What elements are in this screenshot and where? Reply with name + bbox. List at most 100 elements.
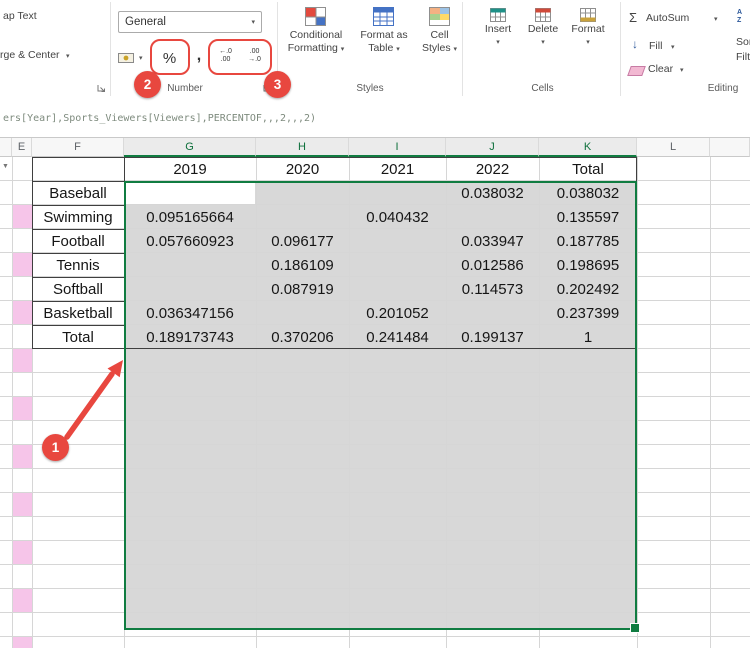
grid: ▼ 2019 2020 2021 <box>0 157 750 648</box>
banded-cell[interactable] <box>13 637 32 648</box>
column-header-partial[interactable] <box>0 138 12 157</box>
table-cell[interactable] <box>256 181 349 205</box>
row-label-cell[interactable]: Football <box>32 229 124 253</box>
table-cell[interactable]: 0.095165664 <box>124 205 256 229</box>
table-cell[interactable] <box>349 253 446 277</box>
fill-handle[interactable] <box>630 623 640 633</box>
table-cell[interactable] <box>349 277 446 301</box>
table-cell[interactable]: 0.057660923 <box>124 229 256 253</box>
table-cell[interactable]: 1 <box>539 325 637 349</box>
table-cell[interactable] <box>256 301 349 325</box>
year-header-cell[interactable]: Total <box>539 157 637 181</box>
fill-button[interactable]: Fill <box>649 40 662 53</box>
table-cell[interactable]: 0.012586 <box>446 253 539 277</box>
banded-cell[interactable] <box>13 589 32 612</box>
format-as-table-button[interactable]: Format as Table ▾ <box>351 5 417 55</box>
column-header-F[interactable]: F <box>32 138 124 157</box>
table-cell[interactable]: 0.370206 <box>256 325 349 349</box>
filter-dropdown-icon[interactable]: ▼ <box>2 163 9 170</box>
row-label-cell[interactable]: Basketball <box>32 301 124 325</box>
table-cell[interactable]: 0.096177 <box>256 229 349 253</box>
column-header-partial[interactable] <box>710 138 750 157</box>
table-cell[interactable]: 0.038032 <box>539 181 637 205</box>
styles-group-label: Styles <box>337 83 403 94</box>
table-cell[interactable]: 0.241484 <box>349 325 446 349</box>
banded-cell[interactable] <box>13 253 32 276</box>
table-cell[interactable]: 0.040432 <box>349 205 446 229</box>
format-as-table-icon <box>372 5 396 29</box>
year-header-cell[interactable]: 2022 <box>446 157 539 181</box>
table-cell[interactable]: 0.087919 <box>256 277 349 301</box>
clear-button[interactable]: Clear <box>648 63 673 76</box>
accounting-format-button[interactable]: ▾ <box>118 45 152 71</box>
row-label-cell[interactable]: Baseball <box>32 181 124 205</box>
row-label-cell[interactable]: Softball <box>32 277 124 301</box>
table-cell[interactable] <box>124 253 256 277</box>
wrap-text-button[interactable]: ap Text <box>3 10 37 23</box>
table-cell[interactable]: 0.186109 <box>256 253 349 277</box>
table-cell[interactable]: 0.237399 <box>539 301 637 325</box>
column-header-J[interactable]: J <box>446 138 539 157</box>
sort-filter-button[interactable]: Sort & <box>736 36 750 49</box>
year-header-cell[interactable]: 2019 <box>124 157 256 181</box>
banded-cell[interactable] <box>13 493 32 516</box>
table-cell[interactable]: 0.038032 <box>446 181 539 205</box>
table-cell[interactable]: 0.202492 <box>539 277 637 301</box>
cell-styles-icon <box>428 5 452 29</box>
row-label-cell[interactable]: Swimming <box>32 205 124 229</box>
insert-cells-button[interactable]: Insert ▾ <box>478 7 518 46</box>
format-cells-button[interactable]: Format ▾ <box>567 7 609 46</box>
decimal-buttons-callout <box>208 39 272 75</box>
banded-cell[interactable] <box>13 541 32 564</box>
formula-bar[interactable]: ers[Year],Sports_Viewers[Viewers],PERCEN… <box>0 99 750 138</box>
cell-styles-button[interactable]: Cell Styles ▾ <box>412 5 467 55</box>
table-cell[interactable]: 0.199137 <box>446 325 539 349</box>
column-header-H[interactable]: H <box>256 138 349 157</box>
chevron-down-icon[interactable]: ▾ <box>680 67 684 74</box>
chevron-down-icon[interactable]: ▾ <box>66 53 70 60</box>
autosum-button[interactable]: AutoSum <box>646 12 689 25</box>
table-cell[interactable] <box>124 277 256 301</box>
table-cell[interactable] <box>256 205 349 229</box>
column-header-G[interactable]: G <box>124 138 256 157</box>
banded-cell[interactable] <box>13 445 32 468</box>
banded-cell[interactable] <box>13 301 32 324</box>
table-cell[interactable]: 0.187785 <box>539 229 637 253</box>
table-cell[interactable]: 0.114573 <box>446 277 539 301</box>
table-cell[interactable] <box>446 301 539 325</box>
number-format-dropdown[interactable]: General ▾ <box>118 11 262 33</box>
year-header-cell[interactable]: 2021 <box>349 157 446 181</box>
chevron-down-icon[interactable]: ▾ <box>671 44 675 51</box>
eraser-icon[interactable] <box>627 66 646 76</box>
banded-cell[interactable] <box>13 205 32 228</box>
banded-cell[interactable] <box>13 349 32 372</box>
sort-filter-icon[interactable]: A Z <box>737 9 750 25</box>
banded-cell[interactable] <box>13 397 32 420</box>
table-cell[interactable] <box>349 229 446 253</box>
column-header-E[interactable]: E <box>12 138 32 157</box>
row-label-cell[interactable]: Total <box>32 325 124 349</box>
group-separator <box>620 2 621 96</box>
row-label-cell[interactable]: Tennis <box>32 253 124 277</box>
column-header-I[interactable]: I <box>349 138 446 157</box>
year-header-cell[interactable]: 2020 <box>256 157 349 181</box>
merge-center-button[interactable]: rge & Center <box>0 49 60 62</box>
table-cell[interactable] <box>446 205 539 229</box>
conditional-formatting-button[interactable]: Conditional Formatting ▾ <box>281 5 351 55</box>
table-cell[interactable]: 0.036347156 <box>124 301 256 325</box>
table-cell[interactable]: 0.135597 <box>539 205 637 229</box>
fill-icon[interactable]: ↓ <box>632 37 638 51</box>
table-cell[interactable]: 0.198695 <box>539 253 637 277</box>
alignment-dialog-launcher-icon[interactable] <box>97 84 106 93</box>
table-cell[interactable]: 0.033947 <box>446 229 539 253</box>
column-header-L[interactable]: L <box>637 138 710 157</box>
table-cell[interactable]: 0.189173743 <box>124 325 256 349</box>
column-header-K[interactable]: K <box>539 138 637 157</box>
autosum-sigma-icon[interactable]: Σ <box>629 10 637 25</box>
comma-style-button[interactable]: , <box>192 43 206 69</box>
table-cell[interactable] <box>349 181 446 205</box>
table-cell[interactable] <box>124 181 256 205</box>
table-cell[interactable]: 0.201052 <box>349 301 446 325</box>
delete-cells-button[interactable]: Delete ▾ <box>523 7 563 46</box>
chevron-down-icon[interactable]: ▾ <box>714 16 718 23</box>
